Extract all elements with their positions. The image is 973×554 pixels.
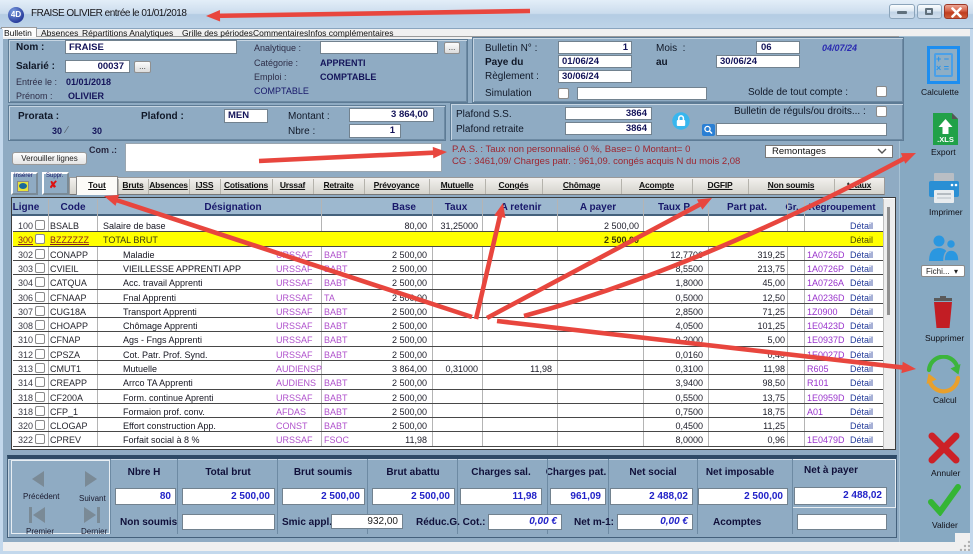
svg-text:.XLS: .XLS: [937, 135, 954, 144]
